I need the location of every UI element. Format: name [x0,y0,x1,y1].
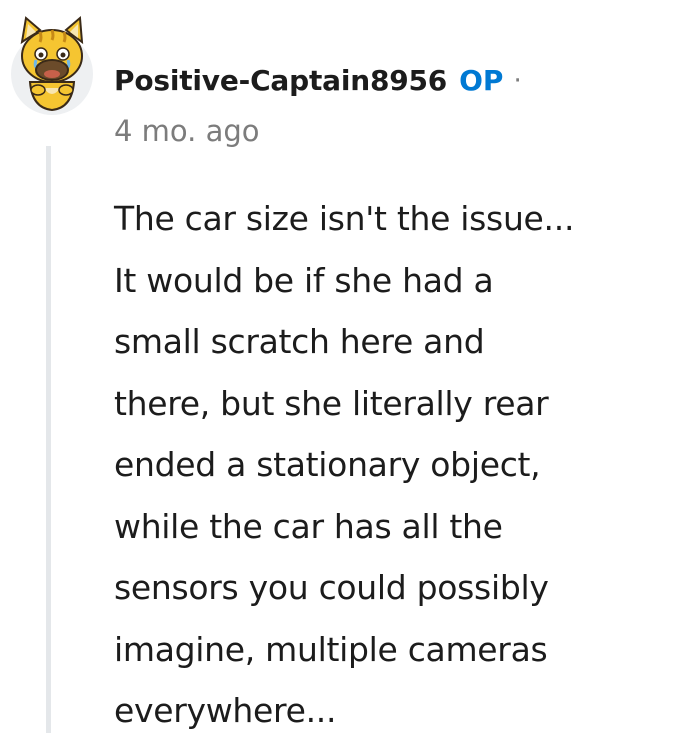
comment-text-line: The car size isn't the issue... [114,199,575,238]
avatar[interactable] [10,12,94,116]
comment-text-line: everywhere... [114,691,337,730]
comment-text-line: It would be if she had a [114,260,494,300]
comment-text-line: imagine, multiple cameras [114,629,548,669]
comment-text-line: while the car has all the [114,506,503,546]
cartoon-yellow-animal-avatar-icon [11,15,93,115]
comment-text-line: ended a stationary object, [114,445,541,484]
thread-line[interactable] [46,146,51,733]
comment-text-line: small scratch here and [114,322,485,361]
separator-dot: · [513,65,522,96]
timestamp[interactable]: 4 mo. ago [114,114,260,148]
username-link[interactable]: Positive-Captain8956 [114,64,447,97]
comment: Positive-Captain8956 OP · 4 mo. ago The … [0,0,700,733]
comment-body: The car size isn't the issue... It would… [114,188,694,742]
comment-text-line: there, but she literally rear [114,383,549,423]
op-badge: OP [459,64,504,97]
comment-header: Positive-Captain8956 OP · [114,64,522,97]
comment-text-line: sensors you could possibly [114,568,549,607]
